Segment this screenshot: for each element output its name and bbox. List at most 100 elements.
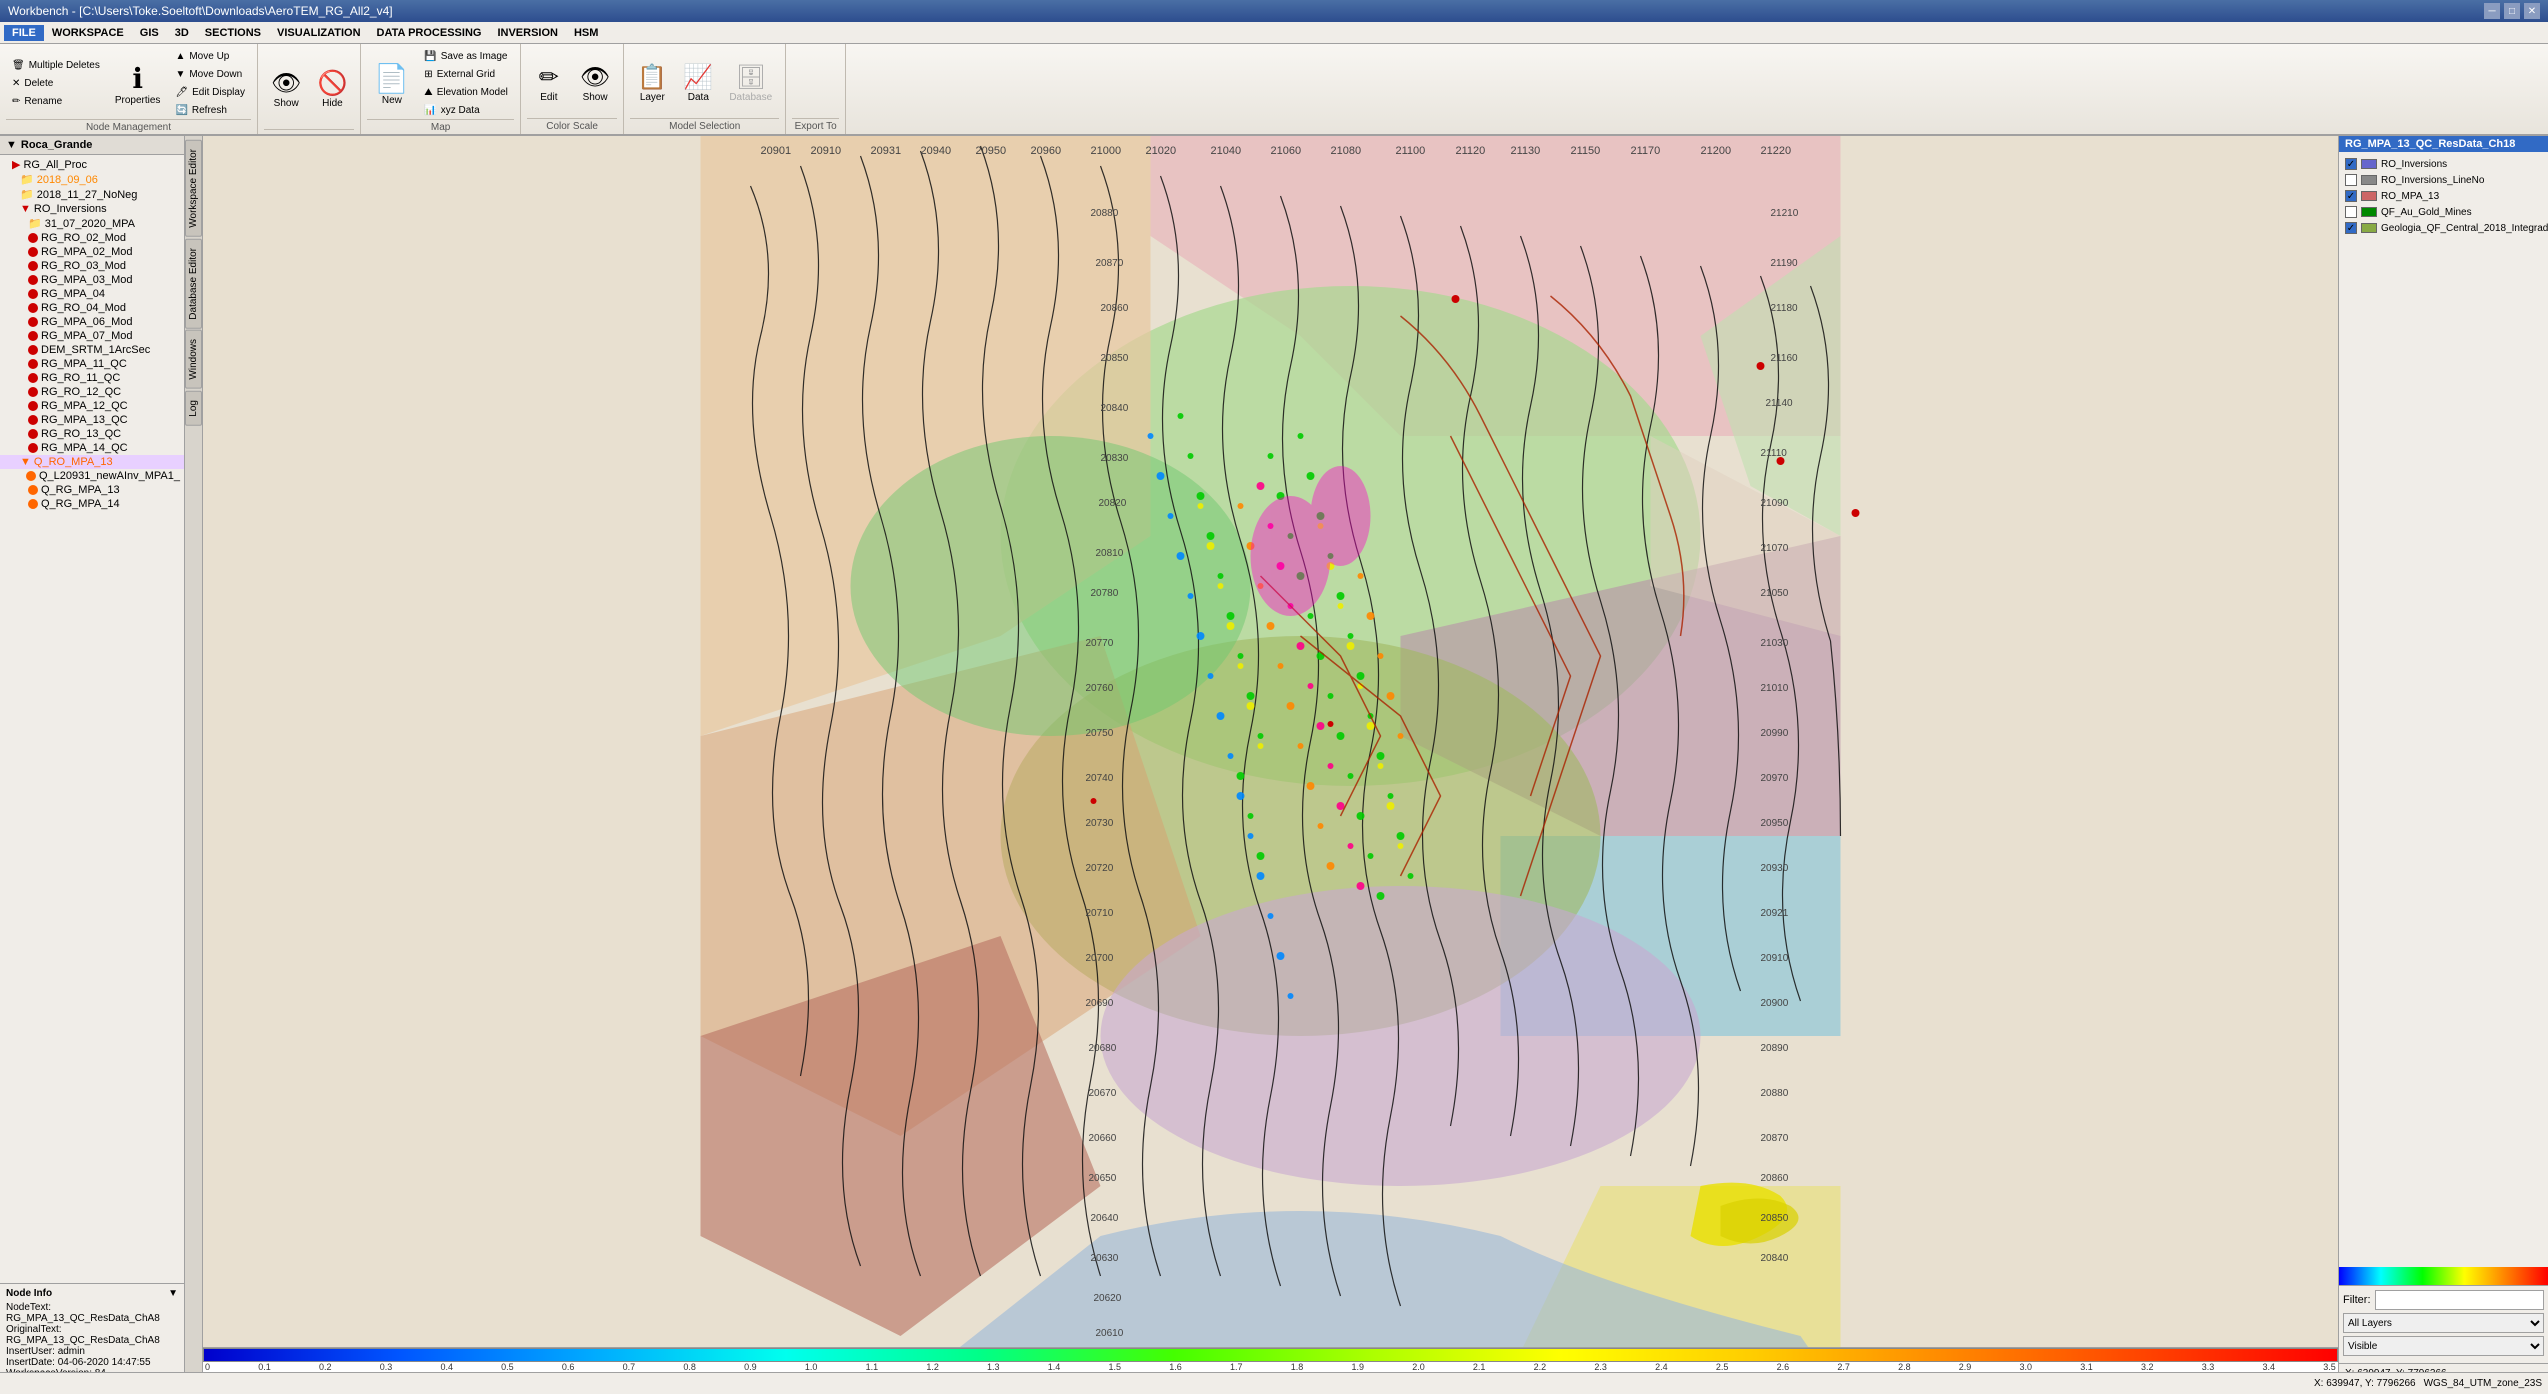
menu-visualization[interactable]: VISUALIZATION [269,25,369,41]
legend-header: RG_MPA_13_QC_ResData_Ch18 [2339,136,2548,152]
legend-item-ro-mpa-13[interactable]: ✓ RO_MPA_13 [2343,188,2544,204]
tree-item-rg-mpa-02[interactable]: RG_MPA_02_Mod [0,245,184,259]
layer-icon: 📋 [637,63,667,92]
tree-item-rg-mpa-11[interactable]: RG_MPA_11_QC [0,357,184,371]
tree-item-q-ro-mpa-13[interactable]: ▼ Q_RO_MPA_13 [0,455,184,469]
layer-button[interactable]: 📋 Layer [630,59,674,107]
windows-tab[interactable]: Windows [185,330,202,389]
workspace-editor-tab[interactable]: Workspace Editor [185,140,202,237]
tree-container[interactable]: ▶ RG_All_Proc 📁 2018_09_06 📁 2018_11_27_… [0,155,184,1283]
tree-item-rg-mpa-12[interactable]: RG_MPA_12_QC [0,399,184,413]
close-button[interactable]: ✕ [2524,3,2540,19]
menu-hsm[interactable]: HSM [566,25,606,41]
tree-item-rg-mpa-03[interactable]: RG_MPA_03_Mod [0,273,184,287]
legend-item-ro-inversions-lineno[interactable]: RO_Inversions_LineNo [2343,172,2544,188]
tree-dot-icon [28,289,38,299]
database-editor-tab[interactable]: Database Editor [185,239,202,329]
tree-item-label: RG_All_Proc [23,159,87,171]
tree-item-label: Q_RG_MPA_14 [41,498,120,510]
tree-item-icon: ▶ [12,158,20,171]
tree-item-rg-mpa-04[interactable]: RG_MPA_04 [0,287,184,301]
move-up-button[interactable]: ▲ Move Up [169,48,251,65]
legend-item-geologia[interactable]: ✓ Geologia_QF_Central_2018_Integrada [2343,220,2544,236]
refresh-button[interactable]: 🔄 Refresh [169,102,251,119]
properties-button[interactable]: ℹ Properties [108,58,168,110]
node-info-collapse[interactable]: ▼ [168,1288,178,1299]
tree-item-ro-inversions[interactable]: ▼ RO_Inversions [0,202,184,216]
tree-item-q-rg-mpa-13[interactable]: Q_RG_MPA_13 [0,483,184,497]
elevation-model-button[interactable]: ⛰ Elevation Model [418,84,514,101]
show-color-icon: 👁 [580,63,610,92]
tree-item-31-07[interactable]: 📁 31_07_2020_MPA [0,216,184,231]
map-area[interactable]: 20901 20910 20931 20940 20950 20960 2100… [203,136,2338,1394]
main-area: ▼ Roca_Grande ▶ RG_All_Proc 📁 2018_09_06… [0,136,2548,1394]
rename-button[interactable]: ✏ Rename [6,93,106,110]
legend-item-qf-au-gold[interactable]: QF_Au_Gold_Mines [2343,204,2544,220]
legend-list: ✓ RO_Inversions RO_Inversions_LineNo ✓ R… [2339,152,2548,1267]
new-map-button[interactable]: 📄 New [367,58,416,110]
svg-text:20850: 20850 [1761,1213,1789,1224]
external-grid-button[interactable]: ⊞ External Grid [418,66,514,83]
log-tab[interactable]: Log [185,391,202,426]
layer-filter-select[interactable]: All Layers [2343,1313,2544,1333]
tree-item-rg-ro-02[interactable]: RG_RO_02_Mod [0,231,184,245]
svg-text:21180: 21180 [1771,303,1799,314]
legend-checkbox-5[interactable]: ✓ [2345,222,2357,234]
menu-workspace[interactable]: WORKSPACE [44,25,132,41]
tree-expand-icon3: ▼ [20,456,31,468]
tree-item-rg-mpa-07[interactable]: RG_MPA_07_Mod [0,329,184,343]
tree-item-rg-mpa-14[interactable]: RG_MPA_14_QC [0,441,184,455]
tree-item-q-rg-mpa-14[interactable]: Q_RG_MPA_14 [0,497,184,511]
tree-item-2018-09-06[interactable]: 📁 2018_09_06 [0,172,184,187]
status-right: X: 639947, Y: 7796266 WGS_84_UTM_zone_23… [2314,1378,2542,1389]
delete-button[interactable]: ✕ Delete [6,75,106,92]
svg-text:20730: 20730 [1086,818,1114,829]
menu-file[interactable]: FILE [4,25,44,41]
legend-checkbox-1[interactable]: ✓ [2345,158,2357,170]
legend-checkbox-4[interactable] [2345,206,2357,218]
tree-item-label: RG_RO_03_Mod [41,260,126,272]
tree-dot-icon [28,331,38,341]
minimize-button[interactable]: ─ [2484,3,2500,19]
show-color-button[interactable]: 👁 Show [573,59,617,107]
tree-item-rg-ro-04[interactable]: RG_RO_04_Mod [0,301,184,315]
filter-input[interactable] [2375,1290,2545,1310]
show-button[interactable]: 👁 Show [264,65,308,113]
multiple-deletes-button[interactable]: 🗑 Multiple Deletes [6,57,106,74]
menu-sections[interactable]: SECTIONS [197,25,269,41]
tree-item-rg-ro-13[interactable]: RG_RO_13_QC [0,427,184,441]
legend-color-5 [2361,223,2377,233]
legend-checkbox-3[interactable]: ✓ [2345,190,2357,202]
tree-item-rg-all-proc[interactable]: ▶ RG_All_Proc [0,157,184,172]
tree-item-rg-ro-12[interactable]: RG_RO_12_QC [0,385,184,399]
legend-checkbox-2[interactable] [2345,174,2357,186]
menu-gis[interactable]: GIS [132,25,167,41]
svg-text:21170: 21170 [1631,145,1661,157]
xyz-data-button[interactable]: 📊 xyz Data [418,102,514,119]
svg-text:20970: 20970 [1761,773,1789,784]
svg-text:20950: 20950 [1761,818,1789,829]
menu-3d[interactable]: 3D [167,25,197,41]
save-as-image-button[interactable]: 💾 Save as Image [418,48,514,65]
edit-color-button[interactable]: ✏ Edit [527,59,571,107]
edit-display-button[interactable]: 🖊 Edit Display [169,84,251,101]
tree-item-rg-mpa-13[interactable]: RG_MPA_13_QC [0,413,184,427]
hide-button[interactable]: 🚫 Hide [310,65,354,113]
tree-item-q-l20931[interactable]: Q_L20931_newAInv_MPA1_ [0,469,184,483]
database-button[interactable]: 🗄 Database [722,59,779,107]
tree-item-rg-ro-03[interactable]: RG_RO_03_Mod [0,259,184,273]
legend-item-ro-inversions[interactable]: ✓ RO_Inversions [2343,156,2544,172]
svg-text:20880: 20880 [1091,208,1119,219]
left-panel: ▼ Roca_Grande ▶ RG_All_Proc 📁 2018_09_06… [0,136,185,1394]
tree-item-2018-11[interactable]: 📁 2018_11_27_NoNeg [0,187,184,202]
move-down-button[interactable]: ▼ Move Down [169,66,251,83]
tree-item-dem-srtm[interactable]: DEM_SRTM_1ArcSec [0,343,184,357]
menu-inversion[interactable]: INVERSION [489,25,566,41]
visible-filter-select[interactable]: Visible [2343,1336,2544,1356]
menu-data-processing[interactable]: DATA PROCESSING [369,25,490,41]
tree-item-rg-mpa-06[interactable]: RG_MPA_06_Mod [0,315,184,329]
color-scale-bar [2339,1267,2548,1285]
restore-button[interactable]: □ [2504,3,2520,19]
tree-item-rg-ro-11[interactable]: RG_RO_11_QC [0,371,184,385]
data-button[interactable]: 📈 Data [676,59,720,107]
